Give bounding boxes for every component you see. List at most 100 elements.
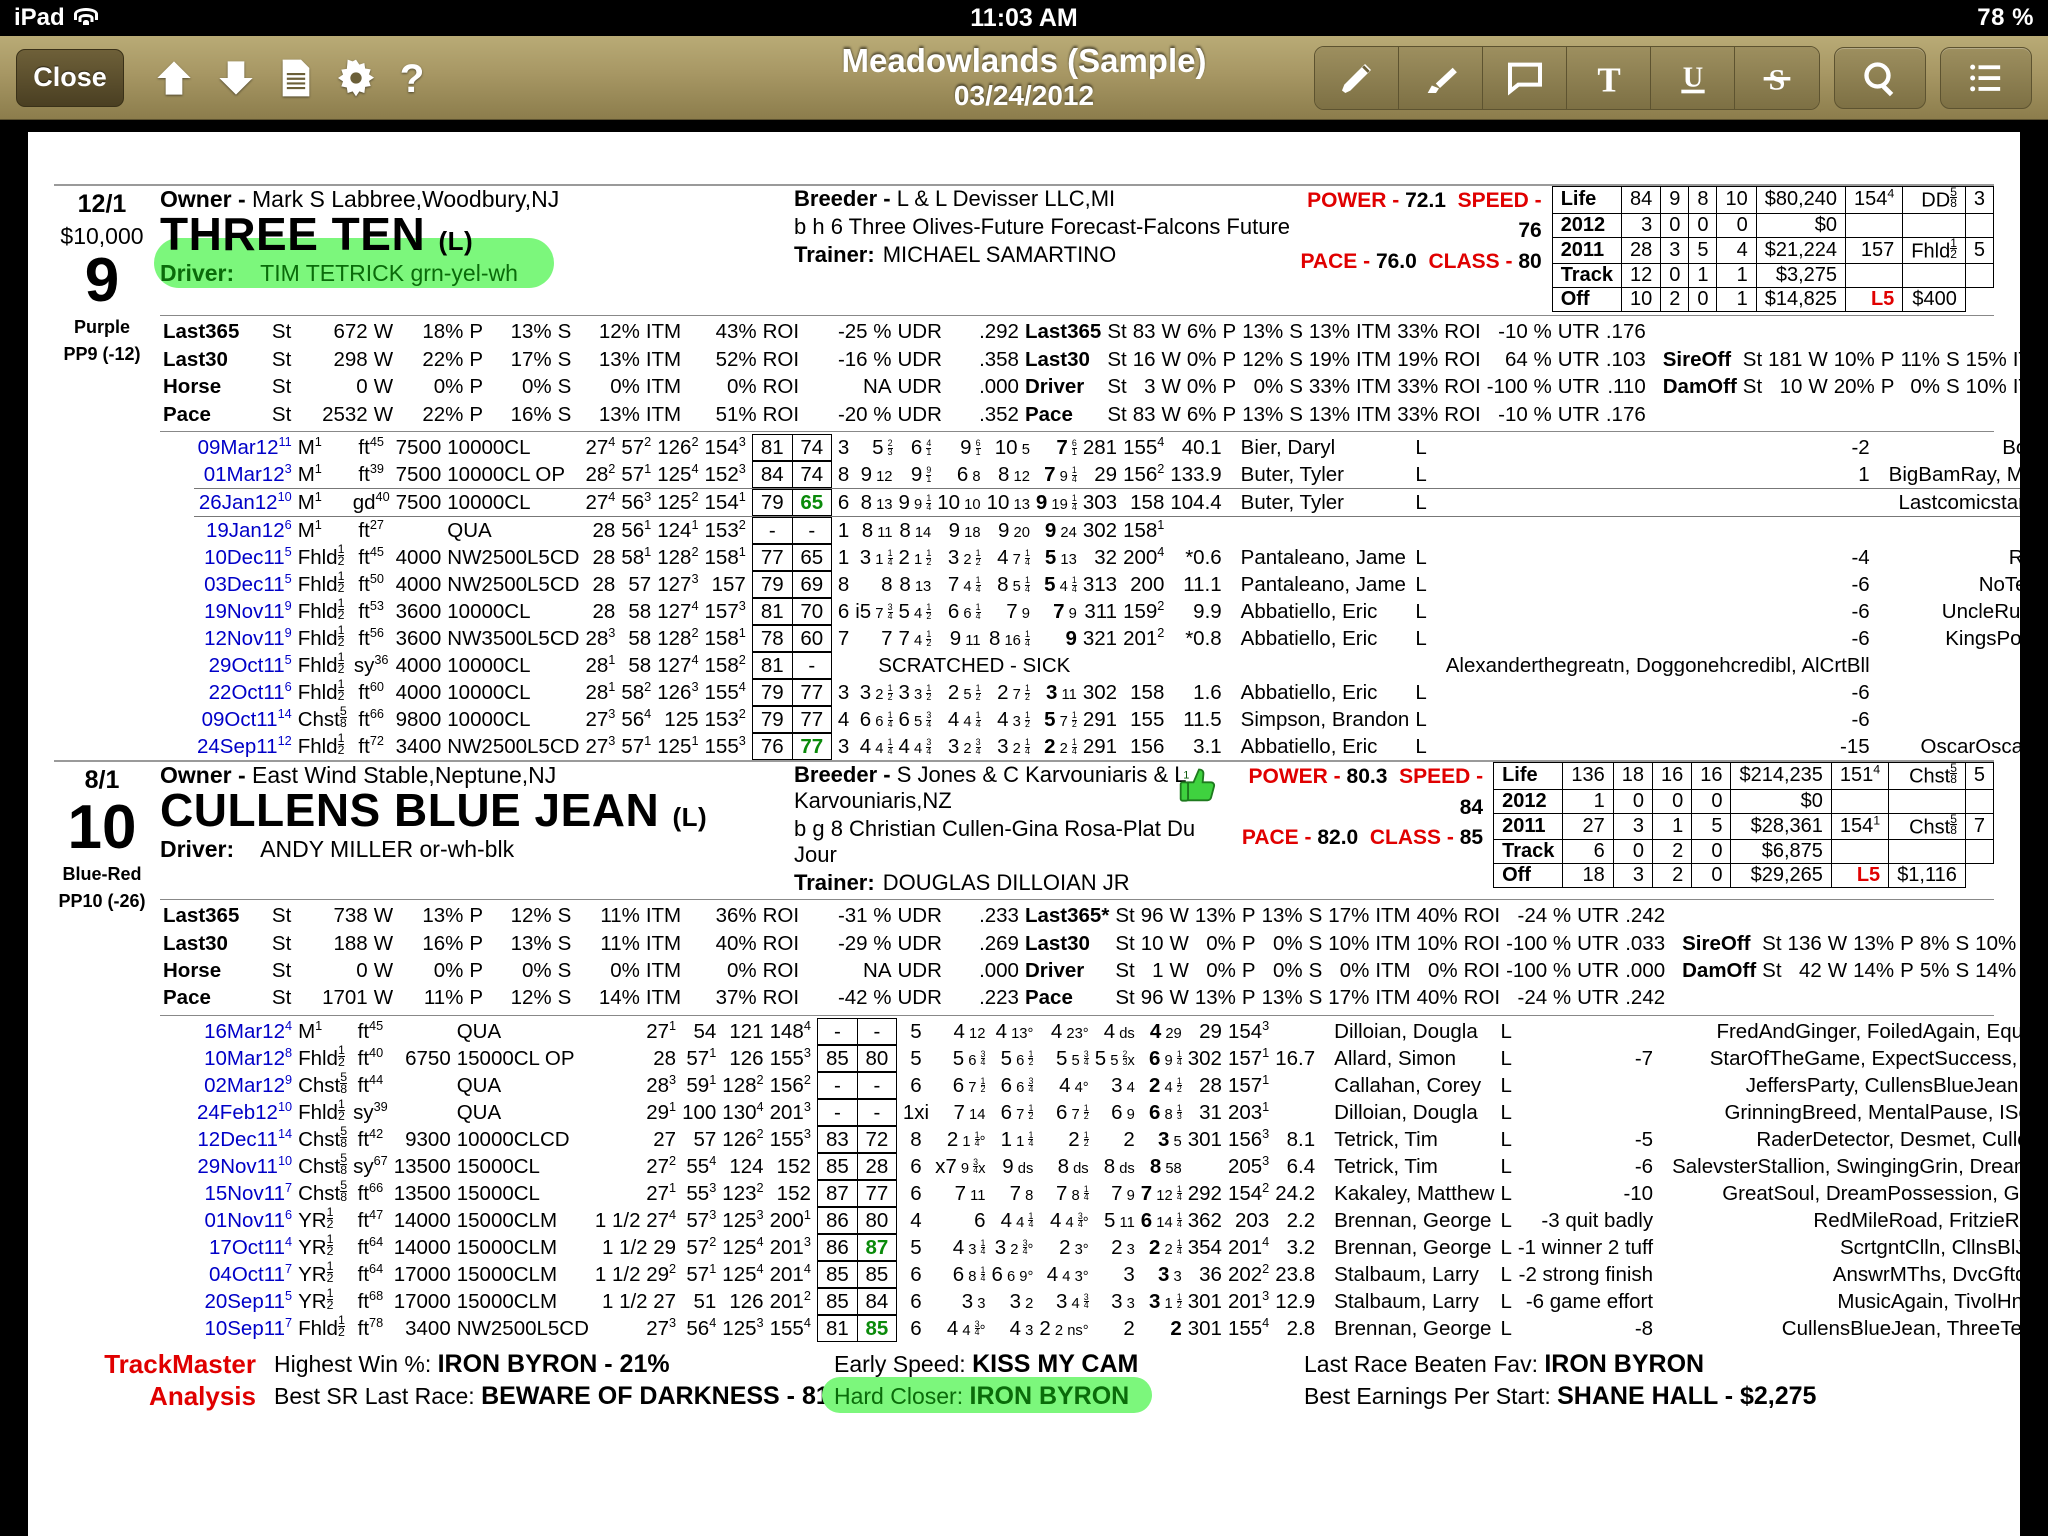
- speed-rating-2: 70: [791, 598, 832, 626]
- race-line[interactable]: 15Nov117 Chst 5 8 ft66 13500 15000CL 271 553 1232…: [194, 1179, 2020, 1207]
- close-button[interactable]: Close: [16, 48, 124, 107]
- table-row: Horse St 0 W 0% P 0% S 0% ITM 0% ROI NA UDR .000: [160, 373, 1022, 400]
- race-line[interactable]: 09Mar1211 M1 ft45 7500 10000CL 274 572 1262 1543…: [194, 434, 2020, 462]
- race-line[interactable]: 10Sep117 Fhld 1 2 ft78 3400 NW2500L5CD 273 564 12…: [194, 1314, 2020, 1342]
- horse-entries: 12/1 $10,000 9 Purple PP9 (-12) Owner - Mark …: [54, 184, 2020, 1342]
- race-line[interactable]: 12Nov119 Fhld 1 2 ft56 3600 NW3500L5CD 283 58 128…: [194, 623, 2020, 653]
- race-purse: 9800: [395, 708, 442, 732]
- race-date: 16Mar124: [204, 1018, 293, 1043]
- life-earnings: $29,265: [1730, 863, 1832, 889]
- race-line[interactable]: 19Jan126 M1 ft27 QUA 28 561 1241 1532- -1 8 11 8 1…: [194, 516, 2020, 545]
- highlighter-tool-button[interactable]: [1399, 46, 1483, 109]
- underline-tool-button[interactable]: U: [1651, 46, 1735, 109]
- race-other-finishers: ScrtgntClln, CllnsBlJn, TMchPpp: [1839, 1235, 2020, 1259]
- stat-roi: -31 %: [837, 904, 892, 928]
- strikethrough-tool-button[interactable]: S: [1735, 46, 1819, 109]
- race-track: YR 1 2: [298, 1259, 334, 1286]
- stat-starts: 96: [1140, 904, 1164, 928]
- race-final-time: 152: [776, 1181, 811, 1205]
- life-wins: 0: [1612, 839, 1653, 865]
- document-viewport[interactable]: 12/1 $10,000 9 Purple PP9 (-12) Owner - Mark …: [0, 120, 2048, 1536]
- race-class: 10000CL OP: [447, 463, 566, 487]
- trainer-line: Trainer: DOUGLAS DILLOIAN JR: [794, 870, 1130, 896]
- stat-utr-label: UTR: [1557, 375, 1600, 399]
- stat-udr: .223: [979, 986, 1019, 1010]
- race-driver: Buter, Tyler: [1224, 488, 1413, 517]
- gear-icon[interactable]: [336, 58, 376, 98]
- race-call-3: 7 4 14: [947, 573, 981, 597]
- race-line[interactable]: 20Sep115 YR 1 2 ft68 17000 15000CLM 1 1/2 27 51 1…: [194, 1287, 2020, 1315]
- stat-s-label: S: [1289, 375, 1303, 399]
- race-finish-position: 5 13: [1044, 546, 1077, 570]
- race-odds: 23.8: [1275, 1262, 1316, 1286]
- race-fraction-3: 126: [729, 1046, 764, 1070]
- list-menu-button[interactable]: [1940, 46, 2032, 109]
- download-arrow-icon[interactable]: [216, 58, 256, 98]
- race-line[interactable]: 02Mar129 Chst 5 8 ft44 QUA 283 591 1282 1562- -6 6 …: [194, 1071, 2020, 1099]
- race-line[interactable]: 24Sep1112 Fhld 1 2 ft72 3400 NW2500L5CD 273 571 1…: [194, 732, 2020, 761]
- race-line[interactable]: 29Nov1110 Chst 5 8 sy67 13500 15000CL 272 554 124…: [194, 1151, 2020, 1180]
- race-line[interactable]: 01Mar123 M1 ft39 7500 10000CL OP 282 571 1254 15…: [194, 461, 2020, 489]
- stat-extra-cell: 42: [1798, 959, 1822, 982]
- race-track: Fhld 1 2: [297, 623, 345, 651]
- life-mark-age: 5: [1964, 762, 1995, 790]
- speed-rating-box: 85 80: [814, 1044, 900, 1072]
- stat-starts: 1: [1152, 959, 1164, 982]
- speed-rating-box: 86 80: [814, 1206, 900, 1234]
- help-question-icon[interactable]: ?: [398, 57, 426, 99]
- race-line[interactable]: 09Oct1114 Chst 5 8 ft66 9800 10000CL 273 564 125 1…: [194, 705, 2020, 734]
- race-winner-time: 155: [1130, 708, 1165, 732]
- race-line[interactable]: 01Nov116 YR 1 2 ft47 14000 15000CLM 1 1/2 274 57…: [194, 1206, 2020, 1234]
- race-track: Chst 5 8: [298, 1151, 348, 1178]
- race-fraction-1: 281: [585, 652, 616, 678]
- stat-show-pct: 13%: [1308, 320, 1350, 344]
- race-call-2: 9 9 14: [895, 488, 935, 517]
- document-icon[interactable]: [278, 58, 314, 98]
- race-line[interactable]: 26Jan1210 M1 gd40 7500 10000CL 274 563 1252 1541…: [194, 488, 2020, 517]
- stat-udr-label: UDR: [897, 986, 942, 1010]
- stat-s-label: S: [1308, 986, 1323, 1010]
- race-fraction-1: 27: [653, 1127, 677, 1151]
- pencil-tool-button[interactable]: [1315, 46, 1399, 109]
- speed-rating-1: 85: [816, 1260, 857, 1288]
- race-winner-time: 2004: [1123, 544, 1165, 570]
- search-button[interactable]: [1834, 46, 1926, 109]
- race-line[interactable]: 10Dec115 Fhld 1 2 ft45 4000 NW2500L5CD 28 581 128…: [194, 543, 2020, 572]
- race-line[interactable]: 17Oct114 YR 1 2 ft64 14000 15000CLM 1 1/2 29 572…: [194, 1233, 2020, 1261]
- stat-starts: 83: [1132, 402, 1156, 426]
- race-line[interactable]: 12Dec1114 Chst 5 8 ft42 9300 10000CLCD 27 57 1262…: [194, 1125, 2020, 1153]
- stat-w-label: W: [373, 931, 394, 955]
- race-call-2: 8 14: [895, 516, 935, 545]
- race-fraction-2: 58: [628, 600, 652, 624]
- stat-starts: 672: [333, 320, 368, 344]
- stat-itm-pct: 52%: [715, 347, 757, 371]
- race-scratched-note: SCRATCHED - SICK: [878, 654, 1071, 678]
- race-class-diff: [1515, 1018, 1656, 1045]
- race-line[interactable]: 22Oct116 Fhld 1 2 ft60 4000 10000CL 281 582 1263 1…: [194, 678, 2020, 707]
- thumbs-up-badge-icon[interactable]: 1: [1177, 764, 1221, 808]
- race-line[interactable]: 24Feb1210 Fhld 1 2 sy39 QUA 291 100 1304 2013- -1x…: [194, 1098, 2020, 1126]
- home-icon[interactable]: [154, 58, 194, 98]
- life-wins: 3: [1612, 812, 1653, 841]
- race-line[interactable]: 29Oct115 Fhld 1 2 sy36 4000 10000CL 281 58 1274 15…: [194, 651, 2020, 680]
- race-line[interactable]: 19Nov119 Fhld 1 2 ft53 3600 10000CL 28 58 1274 157…: [194, 597, 2020, 626]
- stat-place-pct: 13%: [1261, 904, 1303, 928]
- table-row: Off 10 2 0 1 $14,825 L5 $400: [1551, 287, 1993, 313]
- race-other-finishers: AllShuttle, Melvyn, Rockem: [1872, 516, 2020, 545]
- note-comment-tool-button[interactable]: [1483, 46, 1567, 109]
- stat-extra-cell: 10%: [1975, 931, 2017, 955]
- text-tool-button[interactable]: T: [1567, 46, 1651, 109]
- stat-itm-label: ITM: [645, 402, 682, 426]
- driver-stats-left: Last365 St 738 W 13% P 12% S 11% ITM 36% ROI -31 % UD…: [160, 902, 1022, 1012]
- race-last-quarter: 302: [1079, 516, 1121, 545]
- speed-rating-1: 81: [751, 598, 792, 626]
- stat-s-label: S: [1308, 904, 1323, 928]
- race-line[interactable]: 04Oct117 YR 1 2 ft64 17000 15000CLM 1 1/2 292 57…: [194, 1259, 2020, 1288]
- race-fraction-3: 125: [664, 708, 699, 732]
- stat-w-label: W: [1169, 959, 1189, 982]
- race-line[interactable]: 10Mar128 Fhld 1 2 ft40 6750 15000CL OP 28 571 126…: [194, 1044, 2020, 1072]
- rating-value: 80.3: [1346, 765, 1388, 789]
- race-line[interactable]: 03Dec115 Fhld 1 2 ft50 4000 NW2500L5CD 28 57 1273…: [194, 570, 2020, 599]
- race-line[interactable]: 16Mar124 M1 ft45 QUA 271 54 121 1484- -5 4 12 4 13…: [194, 1017, 2020, 1045]
- race-other-finishers: Alexanderthegreatn, Doggonehcredibl, AlC…: [1445, 654, 1870, 678]
